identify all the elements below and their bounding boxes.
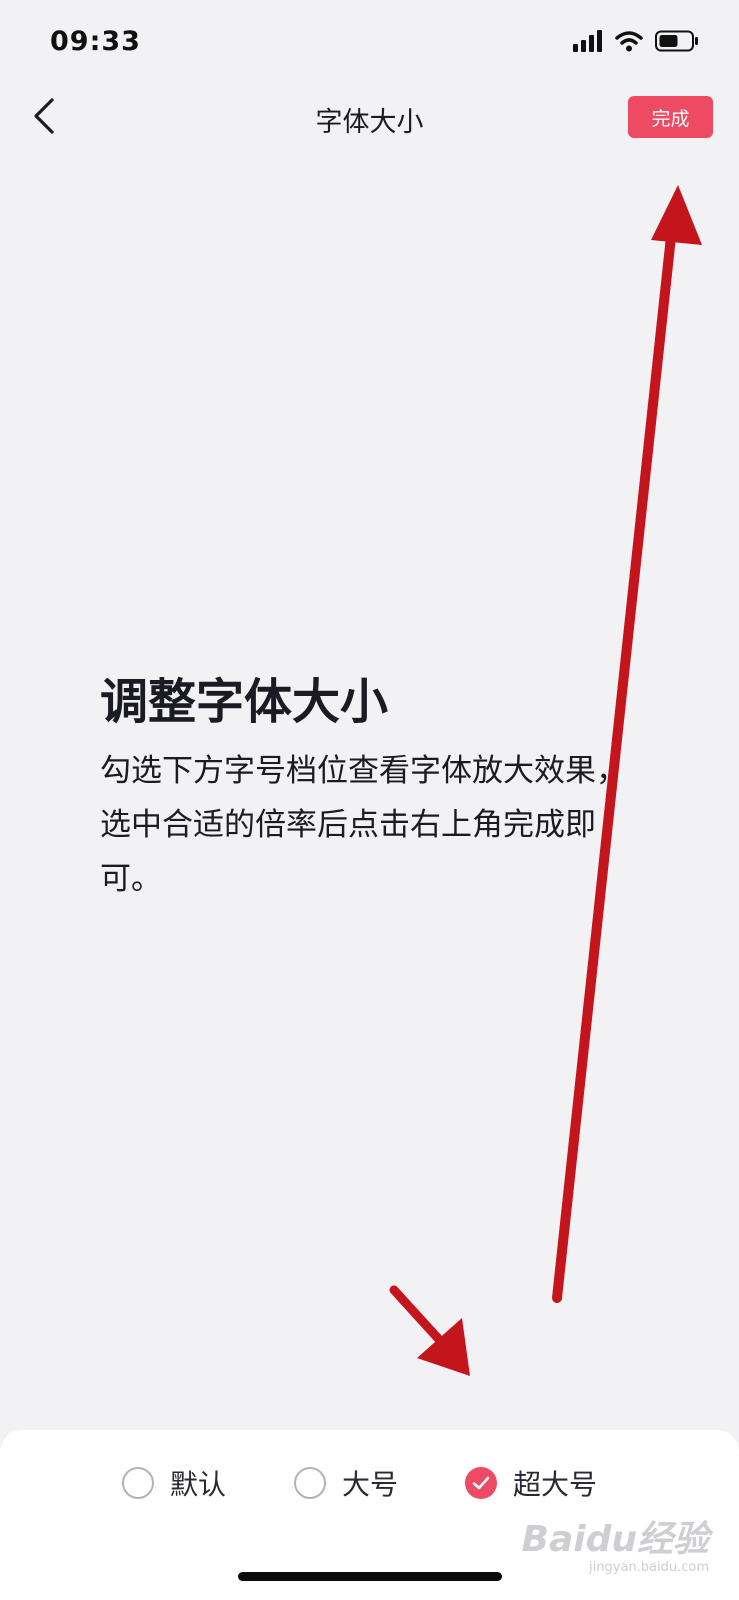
intro-title: 调整字体大小 [100,674,389,730]
intro-description: 勾选下方字号档位查看字体放大效果，选中合适的倍率后点击右上角完成即可。 [100,753,627,897]
done-button[interactable]: 完成 [628,96,713,138]
watermark-brand: Baidu经验 [521,1519,709,1560]
option-default[interactable]: 默认 [122,1460,226,1506]
option-label: 超大号 [513,1468,598,1501]
radio-checked-icon[interactable] [465,1467,497,1499]
baidu-jingyan-watermark: Baidu经验 jingyan.baidu.com [522,1520,709,1576]
option-label: 大号 [342,1468,399,1501]
home-indicator [238,1572,502,1581]
battery-icon [655,30,698,52]
radio-unchecked-icon[interactable] [294,1467,326,1499]
status-icons [573,30,699,52]
option-extra-large[interactable]: 超大号 [465,1460,597,1506]
nav-bar: 字体大小 完成 [0,80,739,156]
annotation-arrow-to-option [389,1285,470,1376]
option-large[interactable]: 大号 [294,1460,398,1506]
status-bar: 09:33 [0,0,739,80]
intro-section: 调整字体大小 勾选下方字号档位查看字体放大效果，选中合适的倍率后点击右上角完成即… [100,672,645,906]
cellular-signal-icon [573,30,602,52]
status-time: 09:33 [50,26,141,57]
radio-unchecked-icon[interactable] [122,1467,154,1499]
watermark-url: jingyan.baidu.com [589,1560,709,1575]
checkmark-icon [472,1476,490,1490]
option-label: 默认 [170,1468,227,1501]
wifi-icon [615,31,643,52]
